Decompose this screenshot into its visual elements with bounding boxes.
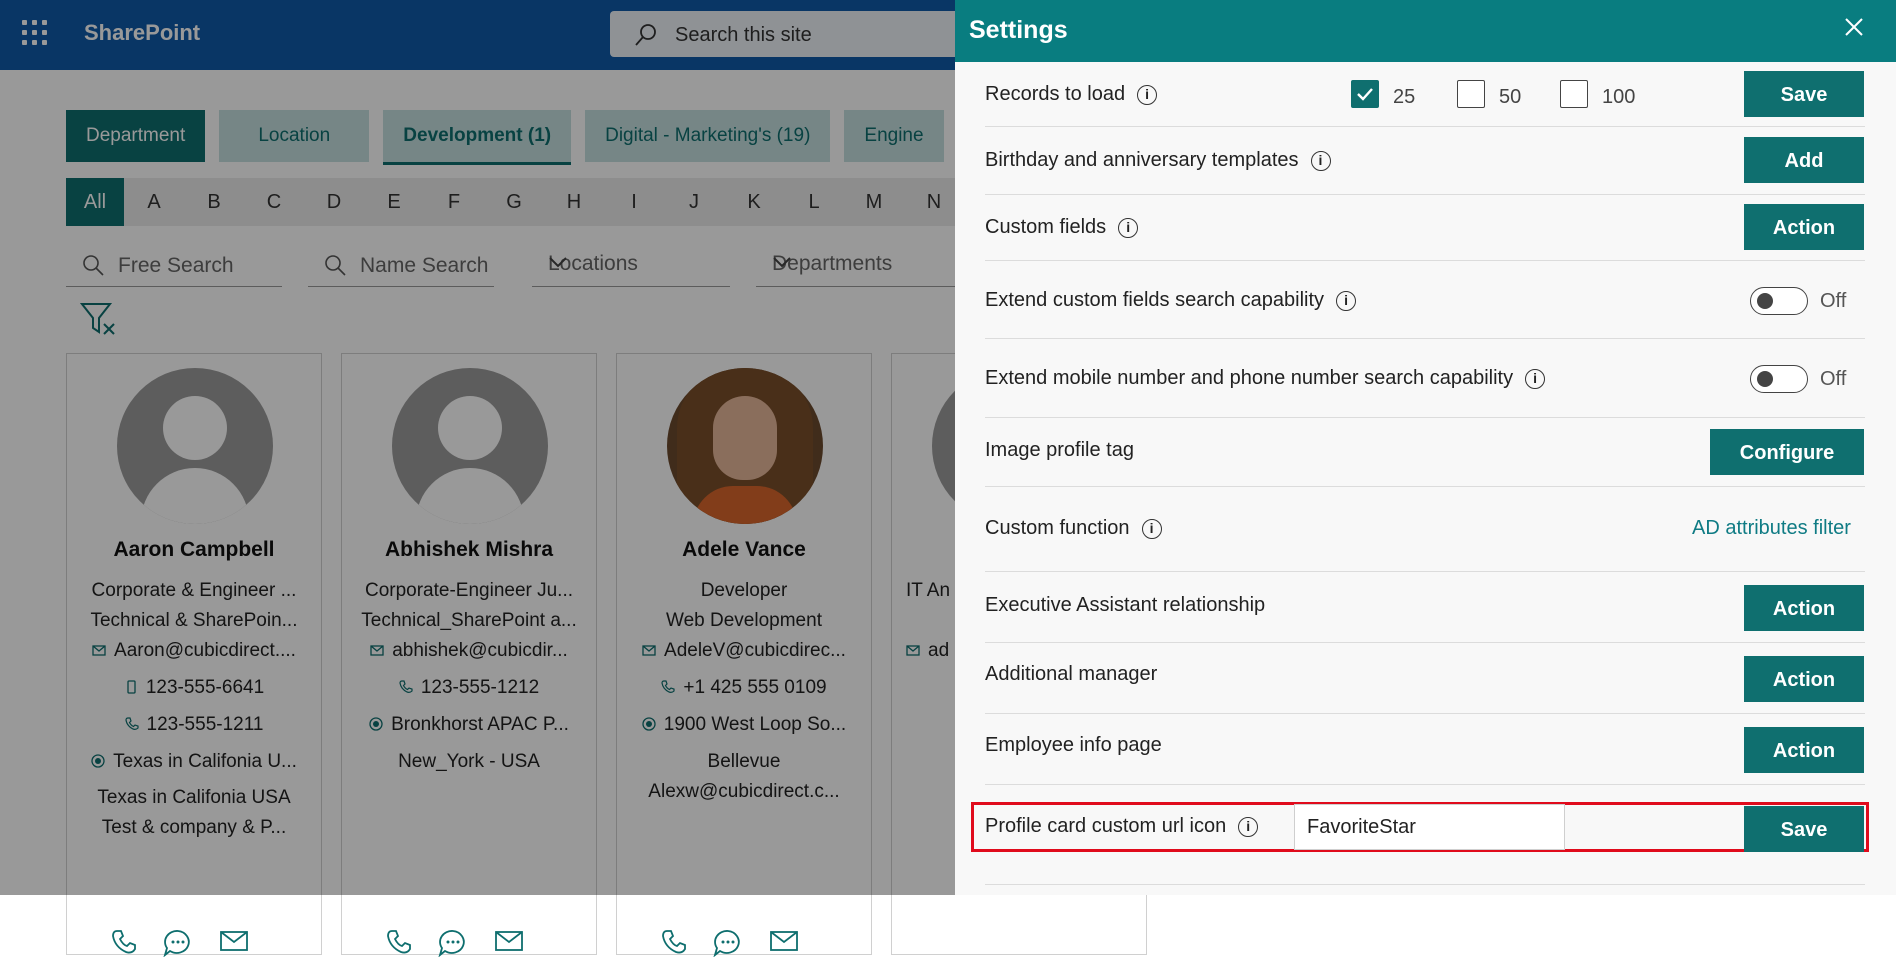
records-50-label: 50 xyxy=(1499,86,1522,108)
records-save-button[interactable]: Save xyxy=(1744,71,1864,117)
info-icon[interactable]: i xyxy=(1525,369,1546,389)
additional-manager-action-button[interactable]: Action xyxy=(1744,656,1864,702)
info-icon[interactable]: i xyxy=(1336,291,1357,311)
call-icon[interactable] xyxy=(111,929,137,955)
custom-fields-label: Custom fields i xyxy=(985,216,1139,239)
records-to-load-row: Records to load i 25 50 100 Save xyxy=(985,62,1865,127)
checkmark-icon xyxy=(1357,88,1373,101)
mail-icon[interactable] xyxy=(219,929,249,953)
birthday-templates-label: Birthday and anniversary templates i xyxy=(985,149,1331,172)
records-25-label: 25 xyxy=(1393,86,1416,108)
custom-function-text: Custom function xyxy=(985,517,1130,539)
settings-panel: Settings Records to load i 25 50 100 Save… xyxy=(955,0,1896,895)
records-100-label: 100 xyxy=(1602,86,1636,108)
executive-assistant-action-button[interactable]: Action xyxy=(1744,585,1864,631)
extend-mobile-search-state: Off xyxy=(1820,368,1847,390)
extend-mobile-search-toggle[interactable] xyxy=(1750,365,1808,393)
image-profile-tag-text: Image profile tag xyxy=(985,439,1134,461)
custom-function-row: Custom function i AD attributes filter xyxy=(985,487,1865,572)
employee-info-page-row: Employee info page Action xyxy=(985,714,1865,785)
extend-mobile-search-row: Extend mobile number and phone number se… xyxy=(985,339,1865,418)
birthday-add-button[interactable]: Add xyxy=(1744,137,1864,183)
chat-icon[interactable] xyxy=(438,929,468,957)
custom-fields-row: Custom fields i Action xyxy=(985,195,1865,261)
records-25-checkbox[interactable] xyxy=(1351,80,1379,108)
extend-custom-fields-row: Extend custom fields search capability i … xyxy=(985,261,1865,339)
employee-info-page-text: Employee info page xyxy=(985,734,1162,756)
records-50-checkbox[interactable] xyxy=(1457,80,1485,108)
card-actions xyxy=(661,929,831,957)
call-icon[interactable] xyxy=(661,929,687,955)
extend-custom-fields-state: Off xyxy=(1820,290,1847,312)
mail-icon[interactable] xyxy=(494,929,524,953)
mail-icon[interactable] xyxy=(769,929,799,953)
image-profile-tag-row: Image profile tag Configure xyxy=(985,418,1865,487)
extend-custom-fields-text: Extend custom fields search capability xyxy=(985,289,1325,311)
chat-icon[interactable] xyxy=(163,929,193,957)
executive-assistant-text: Executive Assistant relationship xyxy=(985,594,1266,616)
extend-mobile-search-text: Extend mobile number and phone number se… xyxy=(985,367,1514,389)
info-icon[interactable]: i xyxy=(1118,218,1139,238)
additional-manager-row: Additional manager Action xyxy=(985,643,1865,714)
divider xyxy=(985,884,1865,885)
extend-custom-fields-toggle[interactable] xyxy=(1750,287,1808,315)
settings-header: Settings xyxy=(955,0,1896,62)
employee-info-page-action-button[interactable]: Action xyxy=(1744,727,1864,773)
close-icon[interactable] xyxy=(1843,16,1865,38)
additional-manager-text: Additional manager xyxy=(985,663,1158,685)
profile-card-url-icon-label: Profile card custom url icon i xyxy=(985,815,1259,838)
custom-function-label: Custom function i xyxy=(985,517,1162,540)
ad-attributes-filter-link[interactable]: AD attributes filter xyxy=(1692,517,1851,540)
records-to-load-label: Records to load i xyxy=(985,83,1158,106)
birthday-templates-text: Birthday and anniversary templates xyxy=(985,149,1299,171)
card-actions xyxy=(386,929,556,957)
profile-card-url-icon-input[interactable] xyxy=(1294,804,1565,850)
image-profile-tag-configure-button[interactable]: Configure xyxy=(1710,429,1864,475)
info-icon[interactable]: i xyxy=(1141,519,1162,539)
executive-assistant-row: Executive Assistant relationship Action xyxy=(985,572,1865,643)
chat-icon[interactable] xyxy=(713,929,743,957)
settings-title: Settings xyxy=(969,16,1068,44)
records-to-load-text: Records to load xyxy=(985,83,1126,105)
extend-custom-fields-label: Extend custom fields search capability i xyxy=(985,289,1357,312)
records-100-checkbox[interactable] xyxy=(1560,80,1588,108)
info-icon[interactable]: i xyxy=(1238,817,1259,837)
custom-fields-action-button[interactable]: Action xyxy=(1744,204,1864,250)
info-icon[interactable]: i xyxy=(1310,151,1331,171)
profile-card-url-icon-text: Profile card custom url icon xyxy=(985,815,1227,837)
extend-mobile-search-label: Extend mobile number and phone number se… xyxy=(985,367,1546,390)
custom-fields-text: Custom fields xyxy=(985,216,1107,238)
call-icon[interactable] xyxy=(386,929,412,955)
profile-card-url-icon-save-button[interactable]: Save xyxy=(1744,806,1864,852)
card-actions xyxy=(111,929,281,957)
birthday-templates-row: Birthday and anniversary templates i Add xyxy=(985,127,1865,195)
info-icon[interactable]: i xyxy=(1137,85,1158,105)
